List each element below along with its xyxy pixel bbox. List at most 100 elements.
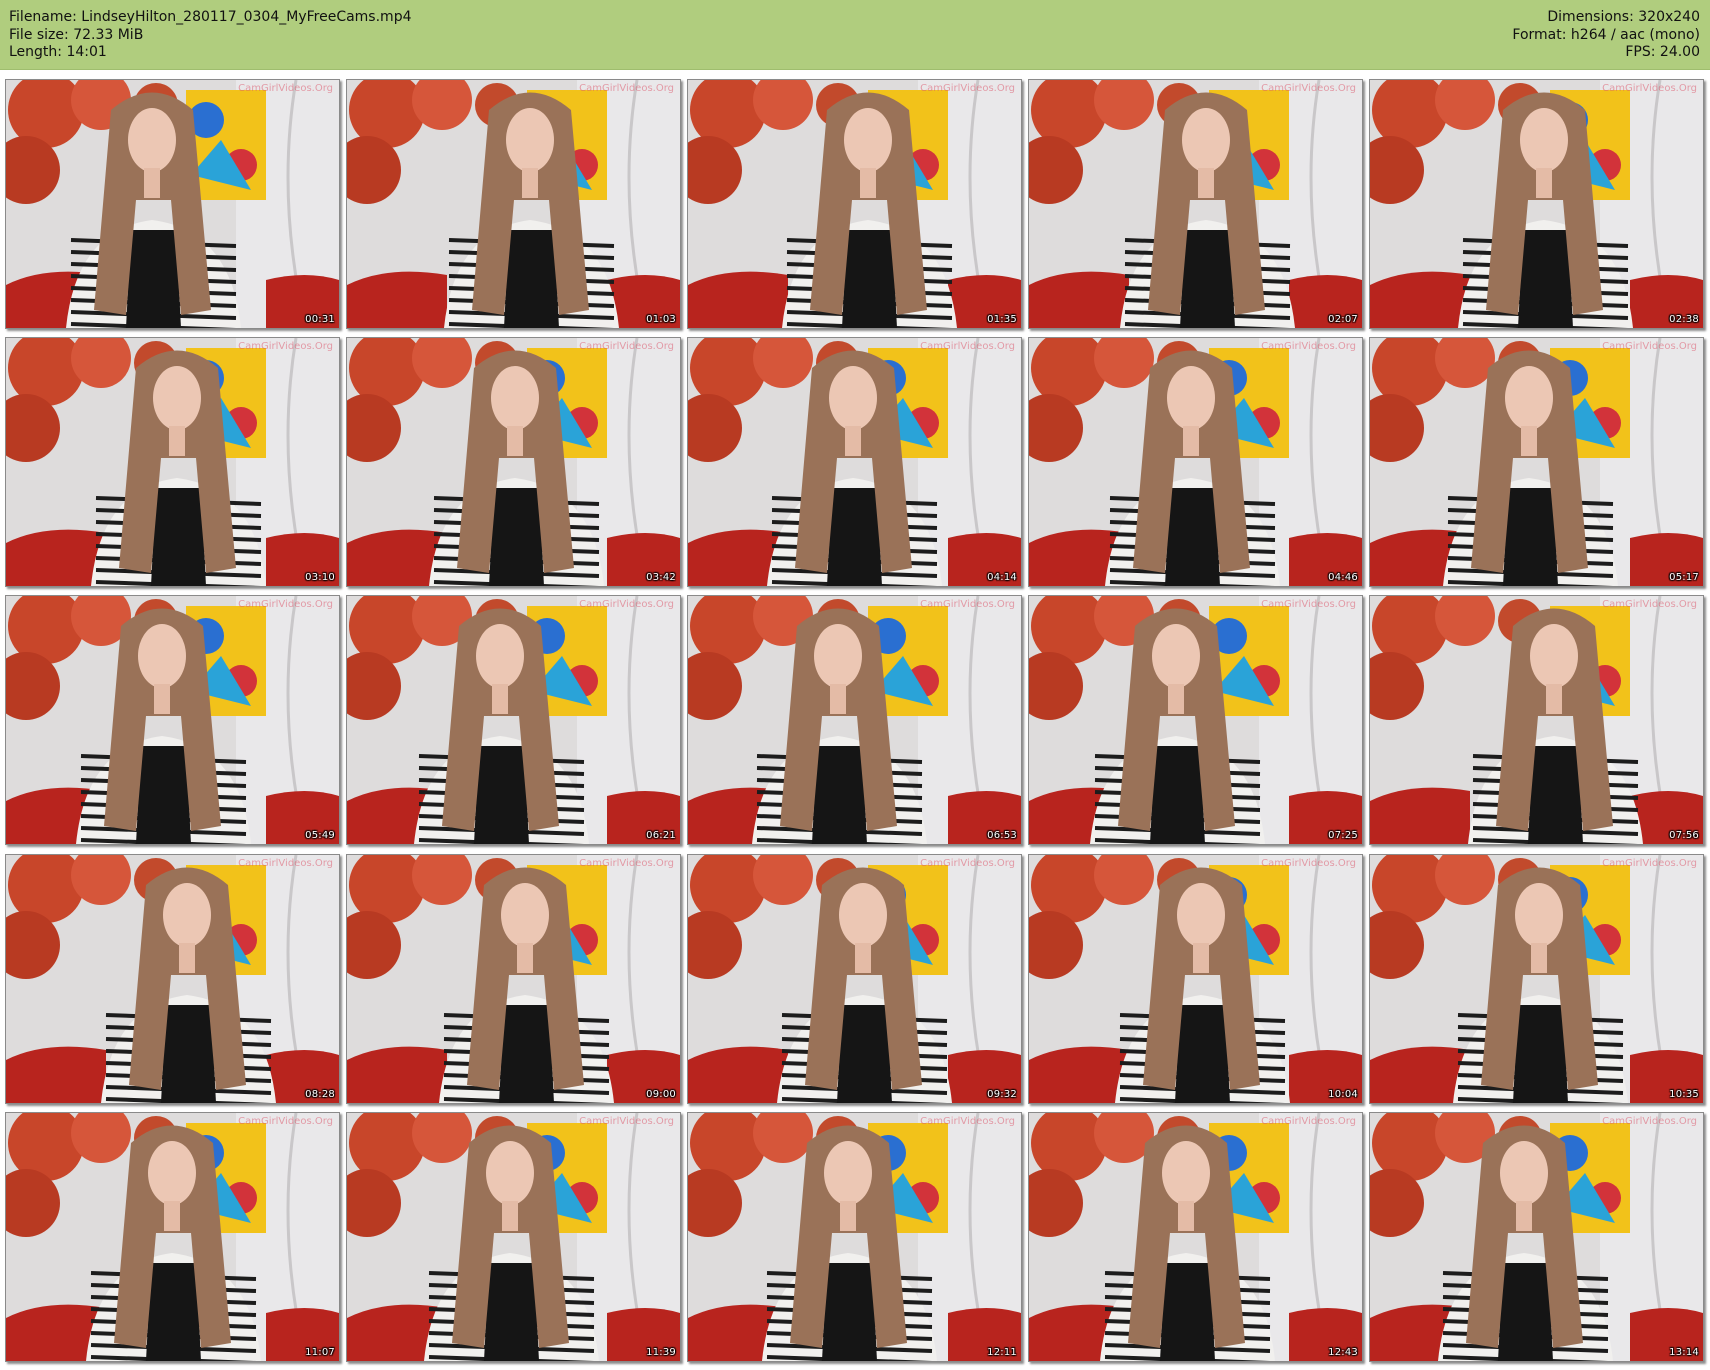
frame-timestamp: 11:07	[305, 1347, 335, 1358]
watermark-text: CamGirlVideos.Org	[579, 858, 674, 869]
video-frame-thumbnail: CamGirlVideos.Org 02:07	[1028, 79, 1363, 329]
frame-image	[1029, 338, 1362, 586]
video-frame-thumbnail: CamGirlVideos.Org 05:17	[1369, 337, 1704, 587]
thumbnail-grid: CamGirlVideos.Org 00:31 CamGirlVideos.Org 0…	[5, 79, 1708, 1367]
watermark-text: CamGirlVideos.Org	[920, 858, 1015, 869]
frame-timestamp: 02:07	[1328, 314, 1358, 325]
frame-timestamp: 06:21	[646, 830, 676, 841]
length-text: Length: 14:01	[9, 44, 107, 60]
video-frame-thumbnail: CamGirlVideos.Org 11:39	[346, 1112, 681, 1362]
video-frame-thumbnail: CamGirlVideos.Org 10:35	[1369, 854, 1704, 1104]
video-frame-thumbnail: CamGirlVideos.Org 10:04	[1028, 854, 1363, 1104]
video-frame-thumbnail: CamGirlVideos.Org 04:14	[687, 337, 1022, 587]
frame-timestamp: 13:14	[1669, 1347, 1699, 1358]
frame-image	[688, 855, 1021, 1103]
watermark-text: CamGirlVideos.Org	[1261, 341, 1356, 352]
info-header: Filename: LindseyHilton_280117_0304_MyFr…	[0, 0, 1710, 70]
video-frame-thumbnail: CamGirlVideos.Org 12:11	[687, 1112, 1022, 1362]
frame-timestamp: 10:35	[1669, 1089, 1699, 1100]
stream-info: Dimensions: 320x240 Format: h264 / aac (m…	[1512, 9, 1700, 62]
video-frame-thumbnail: CamGirlVideos.Org 13:14	[1369, 1112, 1704, 1362]
frame-image	[1029, 596, 1362, 844]
filename-text: Filename: LindseyHilton_280117_0304_MyFr…	[9, 9, 412, 25]
watermark-text: CamGirlVideos.Org	[1602, 341, 1697, 352]
frame-image	[688, 338, 1021, 586]
frame-image	[1370, 596, 1703, 844]
frame-image	[347, 80, 680, 328]
frame-timestamp: 00:31	[305, 314, 335, 325]
watermark-text: CamGirlVideos.Org	[1261, 83, 1356, 94]
frame-image	[1370, 855, 1703, 1103]
watermark-text: CamGirlVideos.Org	[1261, 599, 1356, 610]
watermark-text: CamGirlVideos.Org	[238, 341, 333, 352]
video-frame-thumbnail: CamGirlVideos.Org 11:07	[5, 1112, 340, 1362]
watermark-text: CamGirlVideos.Org	[1602, 858, 1697, 869]
frame-image	[1029, 80, 1362, 328]
video-frame-thumbnail: CamGirlVideos.Org 12:43	[1028, 1112, 1363, 1362]
frame-timestamp: 09:32	[987, 1089, 1017, 1100]
frame-image	[1029, 855, 1362, 1103]
dimensions-text: Dimensions: 320x240	[1547, 9, 1700, 25]
frame-timestamp: 11:39	[646, 1347, 676, 1358]
frame-timestamp: 05:49	[305, 830, 335, 841]
watermark-text: CamGirlVideos.Org	[238, 599, 333, 610]
frame-timestamp: 08:28	[305, 1089, 335, 1100]
video-frame-thumbnail: CamGirlVideos.Org 04:46	[1028, 337, 1363, 587]
frame-image	[688, 596, 1021, 844]
frame-timestamp: 03:10	[305, 572, 335, 583]
watermark-text: CamGirlVideos.Org	[1261, 858, 1356, 869]
frame-image	[6, 596, 339, 844]
video-frame-thumbnail: CamGirlVideos.Org 05:49	[5, 595, 340, 845]
fps-text: FPS: 24.00	[1625, 44, 1700, 60]
frame-timestamp: 05:17	[1669, 572, 1699, 583]
format-text: Format: h264 / aac (mono)	[1512, 26, 1700, 43]
frame-timestamp: 03:42	[646, 572, 676, 583]
frame-timestamp: 12:43	[1328, 1347, 1358, 1358]
frame-timestamp: 12:11	[987, 1347, 1017, 1358]
frame-image	[1370, 338, 1703, 586]
watermark-text: CamGirlVideos.Org	[579, 83, 674, 94]
frame-image	[347, 855, 680, 1103]
video-frame-thumbnail: CamGirlVideos.Org 01:03	[346, 79, 681, 329]
video-frame-thumbnail: CamGirlVideos.Org 00:31	[5, 79, 340, 329]
watermark-text: CamGirlVideos.Org	[920, 599, 1015, 610]
watermark-text: CamGirlVideos.Org	[238, 1116, 333, 1127]
frame-image	[688, 1113, 1021, 1361]
frame-timestamp: 07:56	[1669, 830, 1699, 841]
frame-image	[347, 596, 680, 844]
watermark-text: CamGirlVideos.Org	[238, 858, 333, 869]
video-frame-thumbnail: CamGirlVideos.Org 09:00	[346, 854, 681, 1104]
frame-image	[688, 80, 1021, 328]
frame-image	[1370, 80, 1703, 328]
frame-image	[1029, 1113, 1362, 1361]
frame-timestamp: 04:14	[987, 572, 1017, 583]
filesize-text: File size: 72.33 MiB	[9, 26, 144, 43]
frame-image	[1370, 1113, 1703, 1361]
video-frame-thumbnail: CamGirlVideos.Org 03:42	[346, 337, 681, 587]
watermark-text: CamGirlVideos.Org	[1602, 1116, 1697, 1127]
watermark-text: CamGirlVideos.Org	[920, 341, 1015, 352]
frame-image	[347, 338, 680, 586]
frame-timestamp: 07:25	[1328, 830, 1358, 841]
video-frame-thumbnail: CamGirlVideos.Org 02:38	[1369, 79, 1704, 329]
watermark-text: CamGirlVideos.Org	[238, 83, 333, 94]
video-frame-thumbnail: CamGirlVideos.Org 08:28	[5, 854, 340, 1104]
video-frame-thumbnail: CamGirlVideos.Org 03:10	[5, 337, 340, 587]
video-frame-thumbnail: CamGirlVideos.Org 07:56	[1369, 595, 1704, 845]
file-info: Filename: LindseyHilton_280117_0304_MyFr…	[9, 9, 412, 62]
video-frame-thumbnail: CamGirlVideos.Org 09:32	[687, 854, 1022, 1104]
watermark-text: CamGirlVideos.Org	[579, 599, 674, 610]
watermark-text: CamGirlVideos.Org	[1261, 1116, 1356, 1127]
frame-timestamp: 10:04	[1328, 1089, 1358, 1100]
watermark-text: CamGirlVideos.Org	[1602, 83, 1697, 94]
frame-image	[6, 80, 339, 328]
video-frame-thumbnail: CamGirlVideos.Org 01:35	[687, 79, 1022, 329]
frame-timestamp: 01:35	[987, 314, 1017, 325]
watermark-text: CamGirlVideos.Org	[1602, 599, 1697, 610]
video-frame-thumbnail: CamGirlVideos.Org 06:21	[346, 595, 681, 845]
frame-image	[6, 338, 339, 586]
frame-image	[6, 855, 339, 1103]
frame-timestamp: 04:46	[1328, 572, 1358, 583]
frame-timestamp: 09:00	[646, 1089, 676, 1100]
watermark-text: CamGirlVideos.Org	[920, 1116, 1015, 1127]
